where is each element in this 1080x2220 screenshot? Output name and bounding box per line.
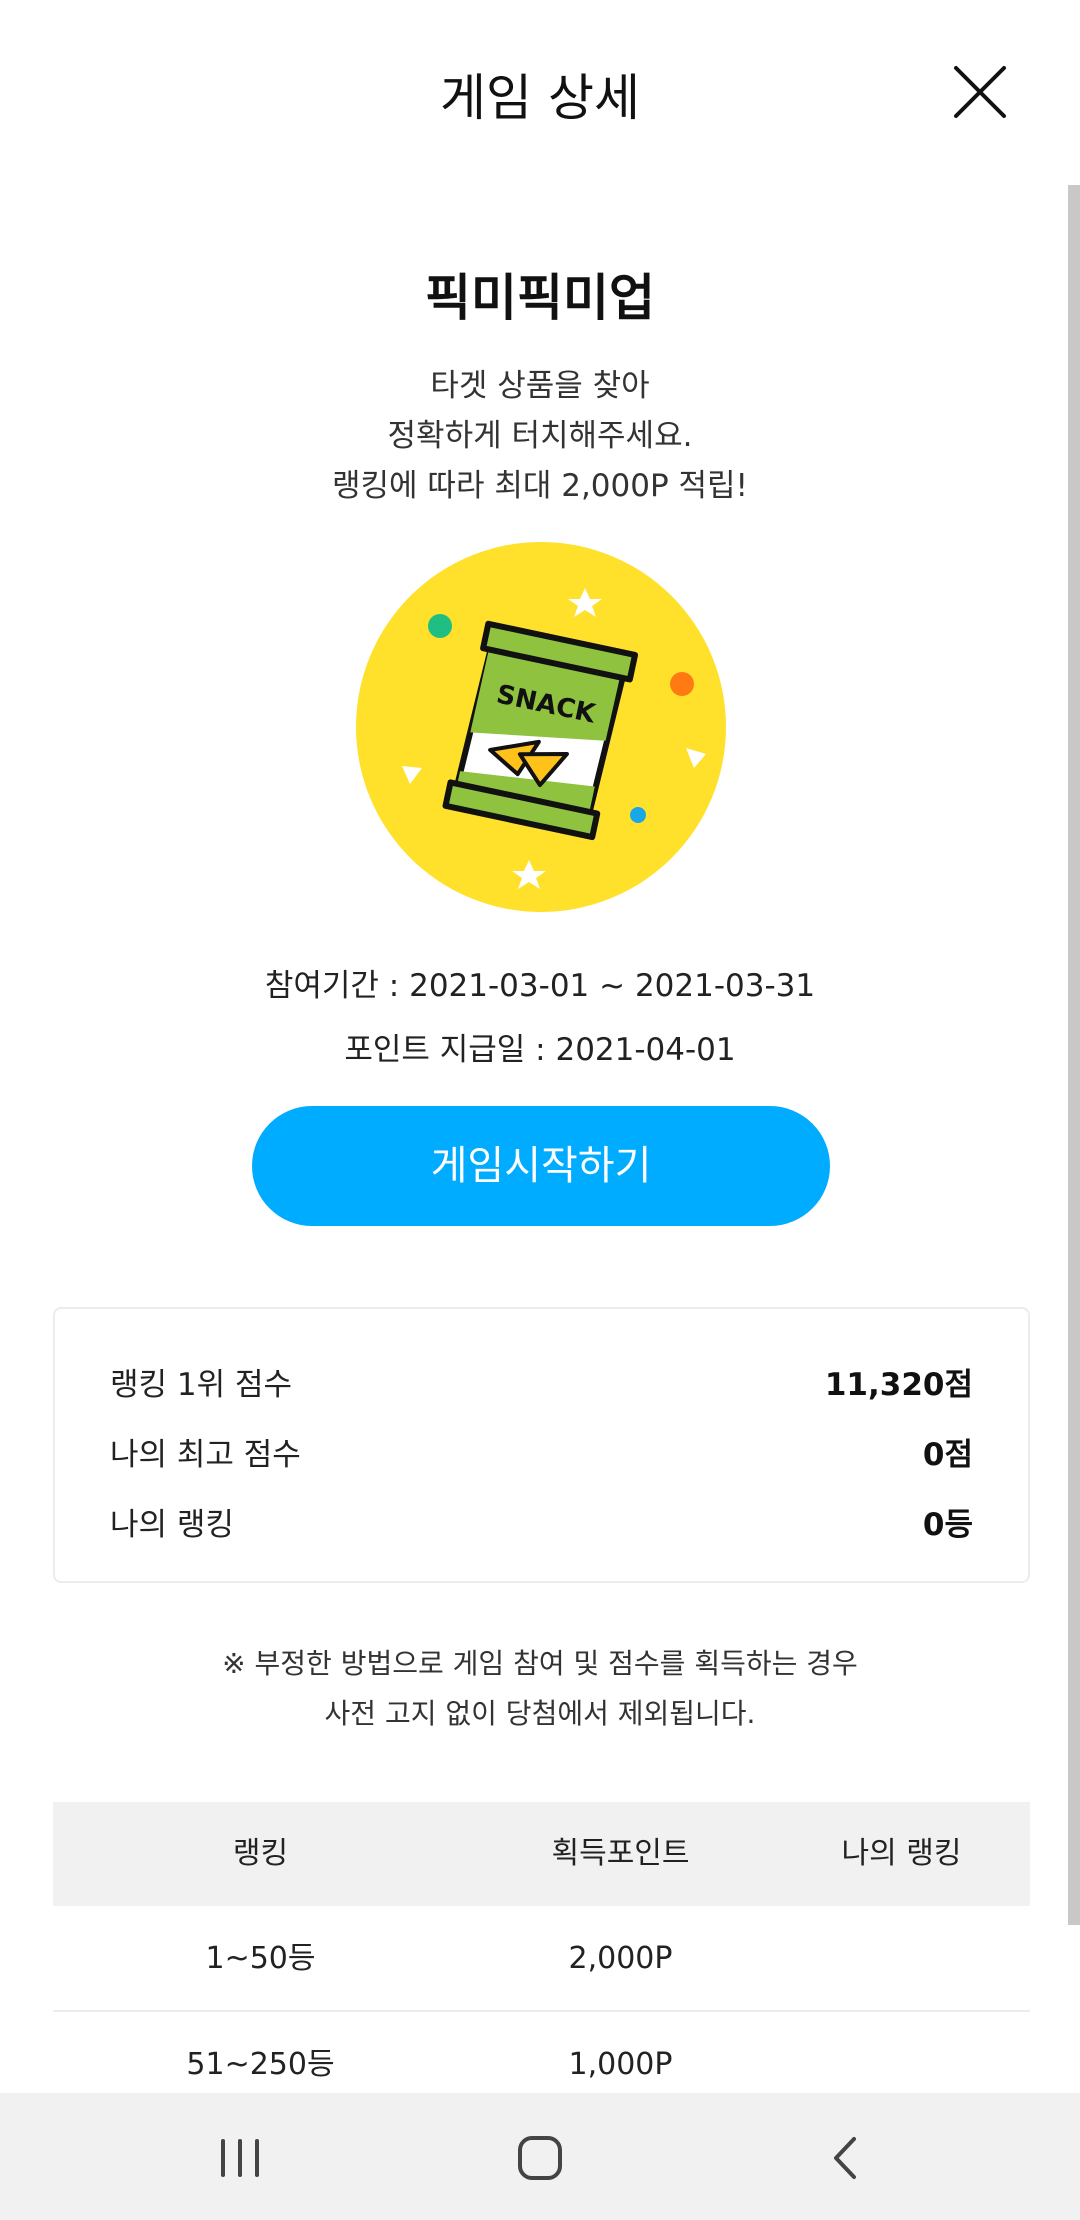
score-summary: 랭킹 1위 점수 11,320점 나의 최고 점수 0점 나의 랭킹 0등: [53, 1307, 1030, 1583]
score-label: 랭킹 1위 점수: [110, 1367, 293, 1403]
score-value: 0점: [922, 1437, 973, 1473]
participation-period: 참여기간 : 2021-03-01 ~ 2021-03-31: [264, 968, 816, 1004]
score-label: 나의 랭킹: [110, 1507, 234, 1543]
game-description-line: 타겟 상품을 찾아: [430, 368, 650, 404]
notice-line: ※ 부정한 방법으로 게임 참여 및 점수를 획득하는 경우: [222, 1647, 858, 1680]
back-icon[interactable]: [800, 2113, 890, 2203]
recent-apps-icon[interactable]: [195, 2113, 285, 2203]
table-cell: 1~50등: [205, 1941, 316, 1976]
score-value: 0등: [922, 1507, 973, 1543]
payout-date: 포인트 지급일 : 2021-04-01: [344, 1032, 736, 1068]
snack-bag-icon: SNACK: [356, 542, 726, 912]
score-label: 나의 최고 점수: [110, 1437, 301, 1473]
top-rank-score-row: 랭킹 1위 점수 11,320점: [110, 1359, 973, 1403]
table-cell: 2,000P: [568, 1941, 673, 1976]
page-title: 게임 상세: [440, 69, 640, 127]
close-icon[interactable]: [950, 62, 1010, 122]
notice-line: 사전 고지 없이 당첨에서 제외됩니다.: [324, 1697, 756, 1730]
my-best-score-row: 나의 최고 점수 0점: [110, 1429, 973, 1473]
table-row: 1~50등 2,000P: [53, 1906, 1030, 2012]
home-icon[interactable]: [495, 2113, 585, 2203]
column-header: 나의 랭킹: [841, 1836, 962, 1871]
score-value: 11,320점: [824, 1367, 973, 1403]
game-description-line: 정확하게 터치해주세요.: [387, 418, 693, 454]
header: 게임 상세: [0, 0, 1080, 185]
table-header: 랭킹 획득포인트 나의 랭킹: [53, 1802, 1030, 1906]
game-title: 픽미픽미업: [425, 269, 655, 327]
column-header: 랭킹: [232, 1836, 289, 1871]
ranking-table: 랭킹 획득포인트 나의 랭킹 1~50등 2,000P 51~250등 1,00…: [53, 1802, 1030, 2118]
system-navbar: [0, 2093, 1080, 2220]
my-ranking-row: 나의 랭킹 0등: [110, 1499, 973, 1543]
start-game-button[interactable]: 게임시작하기: [252, 1106, 830, 1226]
game-description-line: 랭킹에 따라 최대 2,000P 적립!: [332, 468, 748, 504]
column-header: 획득포인트: [551, 1836, 690, 1871]
